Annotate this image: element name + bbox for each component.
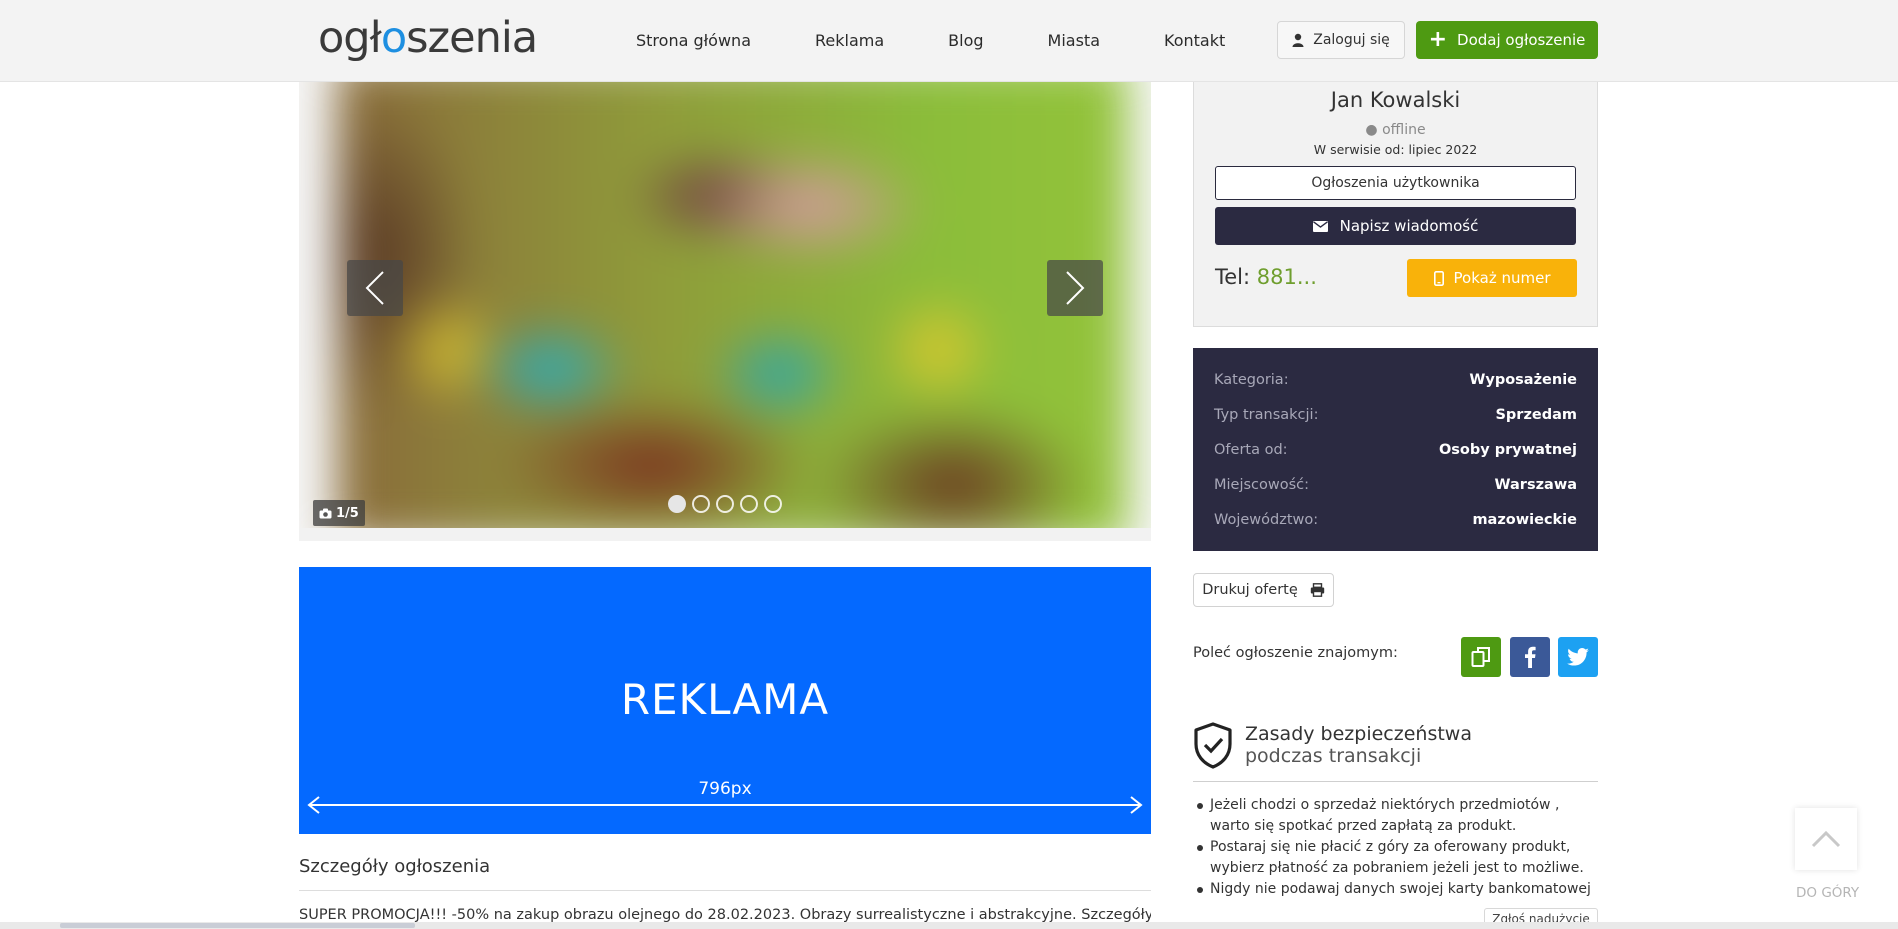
login-label: Zaloguj się [1313,32,1390,48]
phone-number: 881... [1256,265,1317,289]
add-listing-label: Dodaj ogłoszenie [1457,31,1586,49]
seller-name: Jan Kowalski [1330,88,1461,112]
attribute-value: Osoby prywatnej [1438,441,1577,458]
twitter-icon [1567,648,1589,666]
share-facebook-button[interactable] [1510,637,1550,677]
back-to-top-label[interactable]: DO GÓRY [1796,885,1859,901]
show-number-button[interactable]: Pokaż numer [1407,259,1577,297]
attribute-label: Typ transakcji: [1214,406,1319,423]
chevron-right-icon [1066,271,1085,305]
attribute-row: Oferta od: Osoby prywatnej [1214,432,1577,467]
attribute-label: Kategoria: [1214,371,1289,388]
gallery-next-button[interactable] [1047,260,1103,316]
safety-subtitle: podczas transakcji [1245,745,1422,767]
main-nav: Strona główna Reklama Blog Miasta Kontak… [636,0,1289,80]
send-message-label: Napisz wiadomość [1339,217,1479,235]
camera-icon [319,508,332,518]
logo-text-start: ogł [318,13,382,63]
horizontal-scrollbar[interactable] [0,922,1898,929]
safety-divider [1193,781,1598,782]
gallery-dot-3[interactable] [716,495,734,513]
copy-icon [1471,647,1490,667]
attribute-row: Typ transakcji: Sprzedam [1214,397,1577,432]
envelope-icon [1312,220,1328,232]
phone-display: Tel: 881... [1215,265,1317,289]
logo-text-q: o [380,13,407,63]
seller-card: Jan Kowalski ● offline W serwisie od: li… [1193,82,1598,327]
print-offer-button[interactable]: Drukuj ofertę [1193,573,1334,607]
chevron-left-icon [365,271,384,305]
shield-check-icon [1194,722,1232,769]
logo-text-end: szenia [406,13,538,63]
photo-gallery: 1/5 [299,82,1151,541]
safety-title: Zasady bezpieczeństwa [1245,723,1472,745]
attribute-row: Województwo: mazowieckie [1214,502,1577,537]
safety-tip: Nigdy nie podawaj danych swojej karty ba… [1193,879,1598,900]
page: ogł o szenia Strona główna Reklama Blog Mi… [0,0,1898,929]
safety-tips: Jeżeli chodzi o sprzedaż niektórych prze… [1193,795,1598,900]
share-twitter-button[interactable] [1558,637,1598,677]
facebook-icon [1525,646,1536,668]
print-offer-label: Drukuj ofertę [1202,582,1298,598]
attribute-value: Wyposażenie [1469,371,1577,388]
user-listings-button[interactable]: Ogłoszenia użytkownika [1215,166,1576,200]
gallery-dots [668,495,782,513]
nav-link-miasta[interactable]: Miasta [1048,31,1100,50]
scrollbar-thumb[interactable] [60,923,415,928]
details-divider [299,890,1151,891]
nav-link-kontakt[interactable]: Kontakt [1164,31,1225,50]
add-listing-button[interactable]: + Dodaj ogłoszenie [1416,21,1598,59]
attribute-value: Warszawa [1494,476,1577,493]
details-description: SUPER PROMOCJA!!! -50% na zakup obrazu o… [299,907,1151,923]
attribute-row: Miejscowość: Warszawa [1214,467,1577,502]
details-heading: Szczegóły ogłoszenia [299,856,491,877]
photo-counter: 1/5 [313,500,365,526]
seller-member-since: W serwisie od: lipiec 2022 [1313,142,1478,157]
gallery-dot-2[interactable] [692,495,710,513]
share-label: Poleć ogłoszenie znajomym: [1193,645,1398,661]
attribute-label: Województwo: [1214,511,1319,528]
attribute-value: Sprzedam [1495,406,1577,423]
seller-status: ● offline [1365,122,1426,138]
send-message-button[interactable]: Napisz wiadomość [1215,207,1576,245]
attribute-row: Kategoria: Wyposażenie [1214,362,1577,397]
safety-tip: Jeżeli chodzi o sprzedaż niektórych prze… [1193,795,1598,837]
nav-link-blog[interactable]: Blog [948,31,983,50]
site-logo[interactable]: ogł o szenia [318,10,538,66]
user-listings-label: Ogłoszenia użytkownika [1311,175,1480,191]
copy-link-button[interactable] [1461,637,1501,677]
plus-icon: + [1428,27,1448,52]
gallery-main-photo[interactable] [299,82,1151,528]
printer-icon [1310,583,1324,597]
chevron-up-icon [1811,830,1841,848]
gallery-dot-5[interactable] [764,495,782,513]
mobile-phone-icon [1433,270,1444,286]
phone-prefix: Tel: [1215,265,1257,289]
gallery-prev-button[interactable] [347,260,403,316]
gallery-dot-4[interactable] [740,495,758,513]
login-button[interactable]: Zaloguj się [1277,21,1405,59]
back-to-top-button[interactable] [1795,808,1857,870]
listing-attributes: Kategoria: Wyposażenie Typ transakcji: S… [1193,348,1598,551]
show-number-label: Pokaż numer [1453,269,1551,287]
header: ogł o szenia Strona główna Reklama Blog Mi… [0,0,1898,82]
user-icon [1292,33,1304,47]
safety-tip: Postaraj się nie płacić z góry za oferow… [1193,837,1598,879]
nav-link-home[interactable]: Strona główna [636,31,751,50]
attribute-value: mazowieckie [1472,511,1577,528]
double-arrow-icon [307,796,1143,814]
nav-link-reklama[interactable]: Reklama [815,31,884,50]
attribute-label: Miejscowość: [1214,476,1310,493]
ad-banner[interactable]: REKLAMA 796px [299,567,1151,834]
gallery-dot-1[interactable] [668,495,686,513]
blurred-photo [337,82,1127,528]
ad-title: REKLAMA [620,675,830,724]
photo-counter-text: 1/5 [336,505,359,521]
attribute-label: Oferta od: [1214,441,1288,458]
